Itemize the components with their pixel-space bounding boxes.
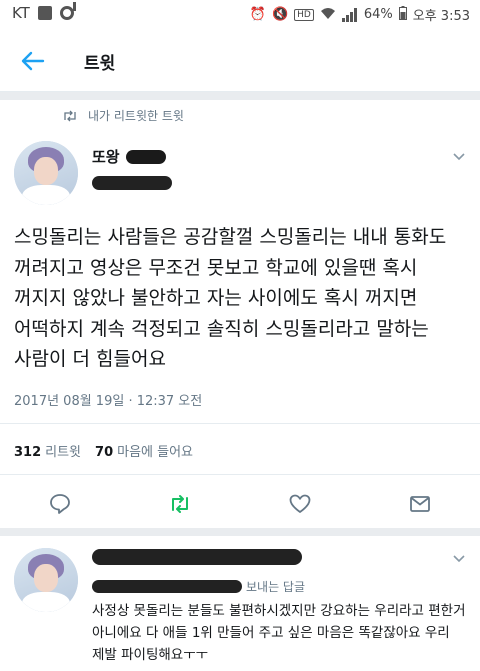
retweet-small-icon <box>64 110 76 121</box>
author-name[interactable]: 또왕 <box>92 146 166 167</box>
retweets-stat[interactable]: 312 리트윗 <box>14 441 81 460</box>
heart-icon <box>289 494 311 513</box>
likes-count: 70 <box>95 445 114 460</box>
redacted-reply-target <box>92 580 242 593</box>
reply-button[interactable] <box>48 492 72 516</box>
tweet-stats: 312 리트윗 70 마음에 들어요 <box>14 441 193 460</box>
retweets-count: 312 <box>14 445 42 460</box>
chevron-down-icon[interactable] <box>452 552 466 566</box>
music-notification-icon <box>59 2 76 20</box>
retweet-context-label: 내가 리트윗한 트윗 <box>88 109 184 123</box>
likes-stat[interactable]: 70 마음에 들어요 <box>95 441 193 460</box>
wifi-icon <box>320 6 336 24</box>
reply-avatar[interactable] <box>14 548 78 612</box>
redacted-handle <box>92 176 172 190</box>
like-button[interactable] <box>288 492 312 516</box>
section-separator <box>0 92 480 100</box>
retweet-icon <box>172 495 188 513</box>
reply-context-label: 보내는 답글 <box>246 580 306 594</box>
signal-icon <box>341 7 358 22</box>
page-title: 트윗 <box>84 54 116 74</box>
carrier-label: KT <box>12 4 30 22</box>
reply-text: 사정상 못돌리는 분들도 불편하시겠지만 강요하는 우리라고 편한거 아니에요 … <box>92 603 466 663</box>
chevron-down-icon[interactable] <box>452 150 466 164</box>
tweet-timestamp: 2017년 08월 19일 · 12:37 오전 <box>14 394 203 409</box>
app-header: 트윗 <box>0 30 480 92</box>
share-button[interactable] <box>408 492 432 516</box>
redacted-name <box>125 149 166 164</box>
author-name-label: 또왕 <box>92 148 120 166</box>
retweets-label: 리트윗 <box>45 445 82 460</box>
status-bar: KT ⏰ 🔇 HD 64% 오후 3:53 <box>0 0 480 30</box>
battery-level: 64% <box>363 7 393 22</box>
redacted-reply-author <box>92 549 302 565</box>
divider <box>0 423 480 424</box>
likes-label: 마음에 들어요 <box>117 445 194 460</box>
section-separator <box>0 528 480 536</box>
mail-icon <box>410 496 430 512</box>
alarm-icon: ⏰ <box>249 7 266 22</box>
mute-icon: 🔇 <box>271 7 289 22</box>
reply-context: 보내는 답글 <box>92 578 305 595</box>
hd-icon: HD <box>294 8 314 21</box>
notification-icon <box>37 6 52 20</box>
divider <box>0 474 480 475</box>
retweet-context: 내가 리트윗한 트윗 <box>62 107 184 124</box>
clock: 오후 3:53 <box>412 9 470 24</box>
back-arrow-icon <box>21 51 45 71</box>
battery-icon <box>398 5 407 24</box>
retweet-button[interactable] <box>168 492 192 516</box>
avatar[interactable] <box>14 141 78 205</box>
tweet-text: 스밍돌리는 사람들은 공감할껄 스밍돌리는 내내 통화도 꺼려지고 영상은 무조… <box>14 226 447 370</box>
reply-icon <box>50 494 70 514</box>
tweet-actions <box>0 482 480 528</box>
back-button[interactable] <box>20 48 46 74</box>
